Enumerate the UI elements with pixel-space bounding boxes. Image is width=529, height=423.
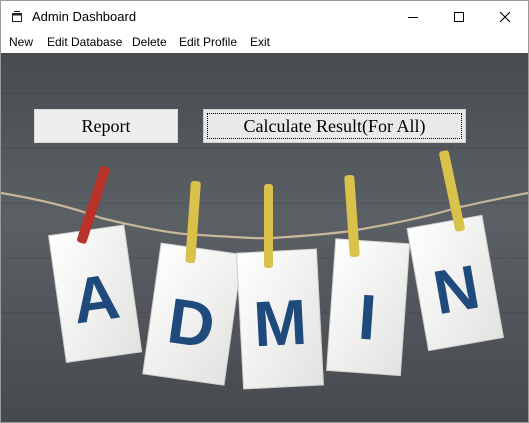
menu-exit[interactable]: Exit bbox=[250, 35, 270, 49]
card-letter-m: M bbox=[252, 286, 309, 361]
menu-bar: New Edit Database Delete Edit Profile Ex… bbox=[1, 33, 528, 53]
title-bar[interactable]: Admin Dashboard bbox=[1, 1, 528, 33]
minimize-icon bbox=[408, 17, 418, 18]
menu-new[interactable]: New bbox=[9, 35, 33, 49]
clothespin-yellow-2 bbox=[264, 184, 273, 268]
close-button[interactable] bbox=[482, 1, 528, 33]
menu-edit-profile[interactable]: Edit Profile bbox=[179, 35, 237, 49]
card-d: D bbox=[142, 242, 243, 386]
minimize-button[interactable] bbox=[390, 1, 436, 33]
report-button[interactable]: Report bbox=[34, 109, 178, 143]
card-i: I bbox=[326, 238, 411, 377]
close-icon bbox=[499, 11, 511, 23]
window-title: Admin Dashboard bbox=[32, 9, 137, 24]
window-app-icon bbox=[12, 11, 22, 22]
admin-dashboard-window: Admin Dashboard New Edit Database Delete… bbox=[0, 0, 529, 423]
card-m: M bbox=[235, 248, 325, 390]
menu-edit-database[interactable]: Edit Database bbox=[47, 35, 122, 49]
dashboard-content: A D M I N Report Calculate Result(For Al… bbox=[1, 53, 528, 422]
maximize-icon bbox=[454, 12, 464, 22]
maximize-button[interactable] bbox=[436, 1, 482, 33]
calculate-result-button[interactable]: Calculate Result(For All) bbox=[203, 109, 466, 143]
menu-delete[interactable]: Delete bbox=[132, 35, 167, 49]
